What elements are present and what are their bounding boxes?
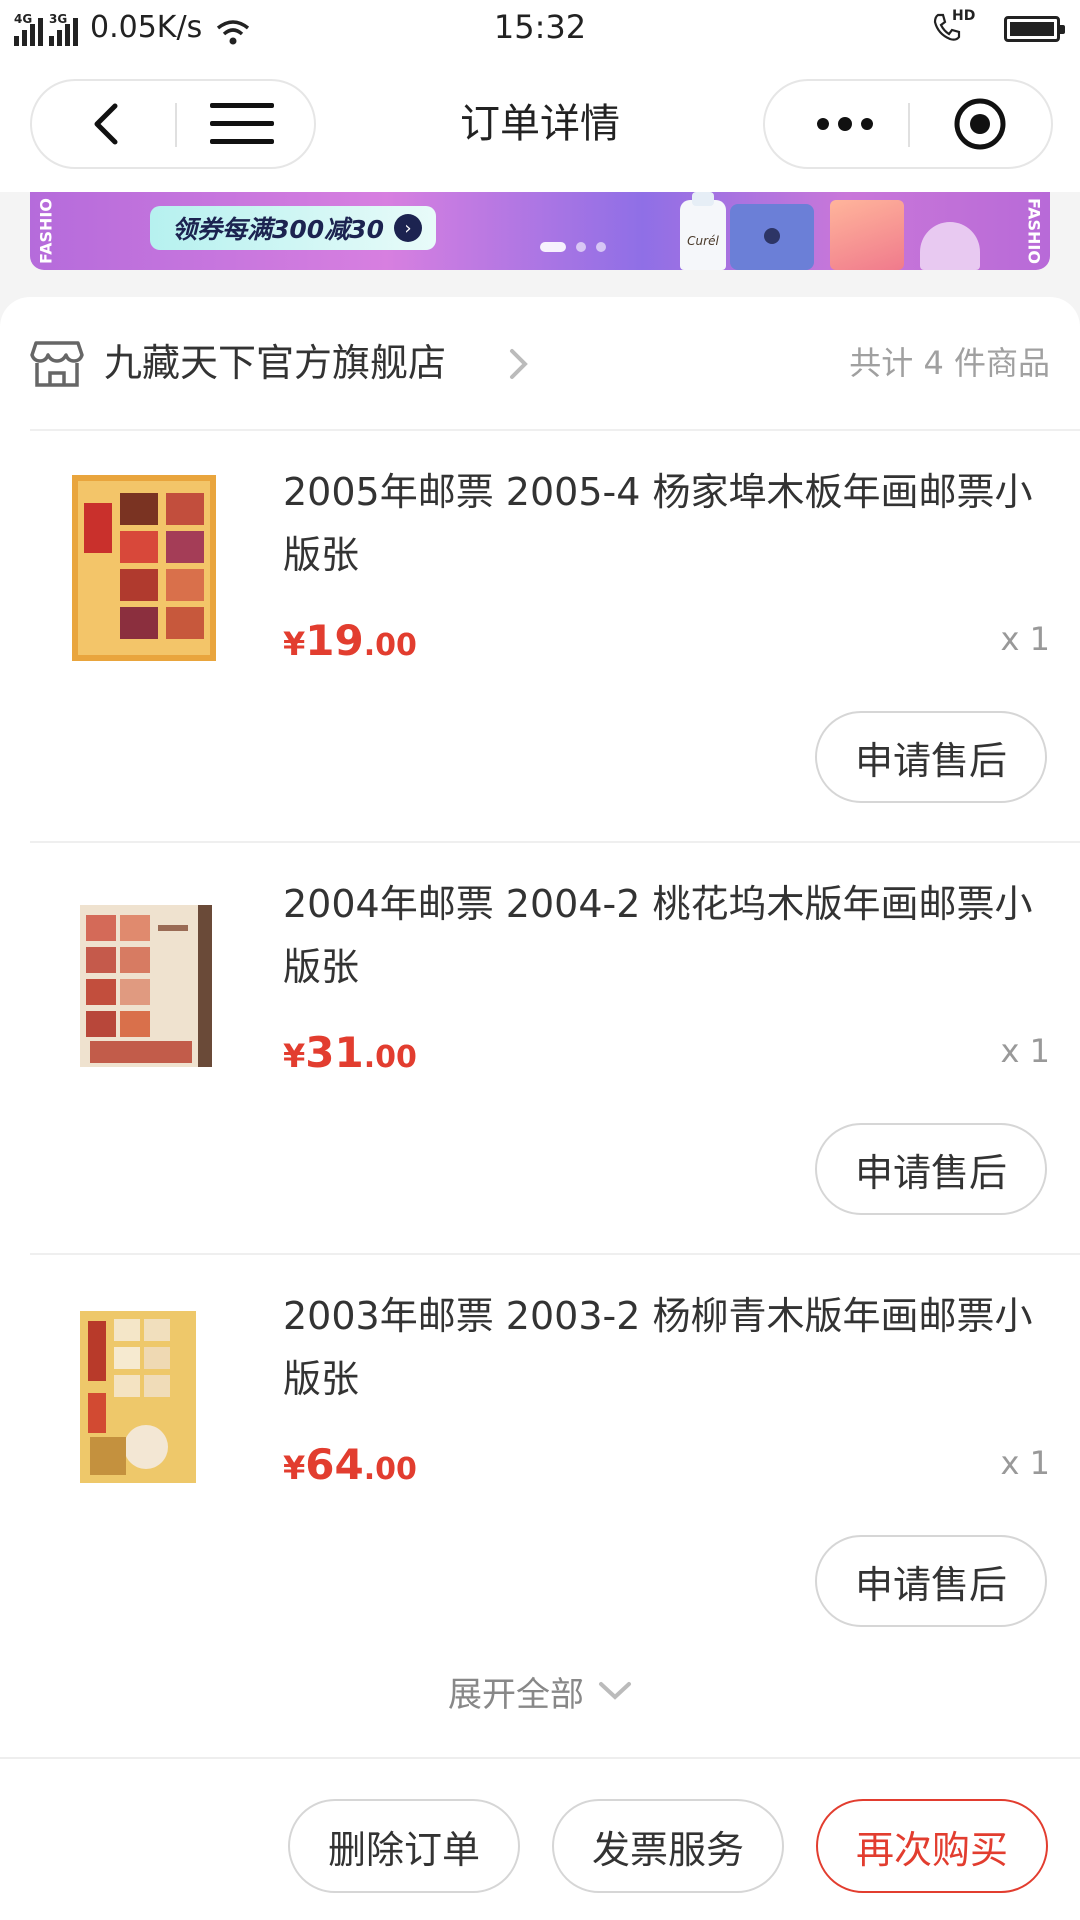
price-integer: 19: [305, 616, 364, 665]
price-integer: 31: [305, 1028, 364, 1077]
chevron-down-icon: [599, 1682, 631, 1700]
price-integer: 64: [305, 1440, 364, 1489]
product-price: ¥31.00: [283, 1023, 417, 1092]
coupon-promo-button[interactable]: 领券每满300减30 ›: [150, 206, 436, 250]
order-card: 九藏天下官方旗舰店 共计 4 件商品 2005年邮票 2005-4 杨家埠木板年…: [0, 297, 1080, 1757]
target-icon: [954, 98, 1006, 150]
buy-again-button[interactable]: 再次购买: [816, 1799, 1048, 1893]
product-thumbnail[interactable]: [70, 473, 218, 663]
capsule-divider: [908, 103, 910, 147]
product-thumbnail[interactable]: [70, 1297, 218, 1487]
promo-banner[interactable]: FASHIO 领券每满300减30 › Curél FASHIO: [30, 192, 1050, 270]
product-quantity: x 1: [1000, 1032, 1050, 1070]
price-symbol: ¥: [283, 625, 306, 663]
price-symbol: ¥: [283, 1037, 306, 1075]
product-price: ¥19.00: [283, 611, 417, 680]
product-quantity: x 1: [1000, 620, 1050, 658]
bottom-action-bar: 删除订单 发票服务 再次购买: [0, 1757, 1080, 1920]
invoice-service-button[interactable]: 发票服务: [552, 1799, 784, 1893]
phone-hd-icon: HD: [932, 8, 978, 46]
more-button[interactable]: [785, 81, 905, 167]
product-thumbnail[interactable]: [70, 885, 218, 1075]
product-item: 2005年邮票 2005-4 杨家埠木板年画邮票小版张 ¥19.00 x 1 申…: [0, 431, 1080, 841]
item-count: 共计 4 件商品: [849, 344, 1050, 382]
product-title[interactable]: 2004年邮票 2004-2 桃花坞木版年画邮票小版张: [283, 873, 1053, 999]
store-icon: [30, 341, 84, 387]
expand-all-button[interactable]: 展开全部: [0, 1661, 1080, 1721]
product-title[interactable]: 2005年邮票 2005-4 杨家埠木板年画邮票小版张: [283, 461, 1053, 587]
after-sale-button[interactable]: 申请售后: [815, 711, 1047, 803]
product-pack-image: [830, 200, 904, 270]
product-phone-image: [730, 204, 814, 270]
bottle-label: Curél: [687, 234, 719, 248]
after-sale-button[interactable]: 申请售后: [815, 1535, 1047, 1627]
product-title[interactable]: 2003年邮票 2003-2 杨柳青木版年画邮票小版张: [283, 1285, 1053, 1411]
price-decimal: .00: [363, 1452, 417, 1487]
product-cylinder-image: [920, 222, 980, 270]
product-price: ¥64.00: [283, 1435, 417, 1504]
store-row[interactable]: 九藏天下官方旗舰店 共计 4 件商品: [0, 297, 1080, 429]
arrow-circle-icon: ›: [393, 214, 422, 242]
banner-side-text-left: FASHIO: [36, 198, 56, 264]
delete-order-button[interactable]: 删除订单: [288, 1799, 520, 1893]
chevron-right-icon: [510, 349, 528, 379]
product-item: 2004年邮票 2004-2 桃花坞木版年画邮票小版张 ¥31.00 x 1 申…: [0, 843, 1080, 1253]
close-miniprogram-button[interactable]: [925, 81, 1035, 167]
expand-label: 展开全部: [448, 1674, 584, 1715]
nav-header: 订单详情: [0, 56, 1080, 192]
banner-side-text-right: FASHIO: [1024, 198, 1044, 264]
more-icon: [817, 117, 873, 131]
order-detail-screen: 4G 3G 0.05K/s 15:32 HD 订单详情 FASHIO 领券每满3…: [0, 0, 1080, 1920]
store-name: 九藏天下官方旗舰店: [104, 341, 447, 385]
nav-capsule-right: [763, 79, 1053, 169]
status-right: HD: [932, 8, 1065, 46]
battery-icon: [1004, 16, 1065, 42]
carousel-dots: [540, 242, 606, 252]
call-badge: HD: [952, 8, 976, 24]
price-decimal: .00: [363, 628, 417, 663]
status-bar: 4G 3G 0.05K/s 15:32 HD: [0, 0, 1080, 56]
price-symbol: ¥: [283, 1449, 306, 1487]
product-quantity: x 1: [1000, 1444, 1050, 1482]
promo-text: 领券每满300减30: [172, 215, 384, 244]
status-time: 15:32: [493, 8, 587, 46]
product-bottle-image: Curél: [680, 192, 726, 270]
after-sale-button[interactable]: 申请售后: [815, 1123, 1047, 1215]
price-decimal: .00: [363, 1040, 417, 1075]
product-item: 2003年邮票 2003-2 杨柳青木版年画邮票小版张 ¥64.00 x 1 申…: [0, 1255, 1080, 1665]
